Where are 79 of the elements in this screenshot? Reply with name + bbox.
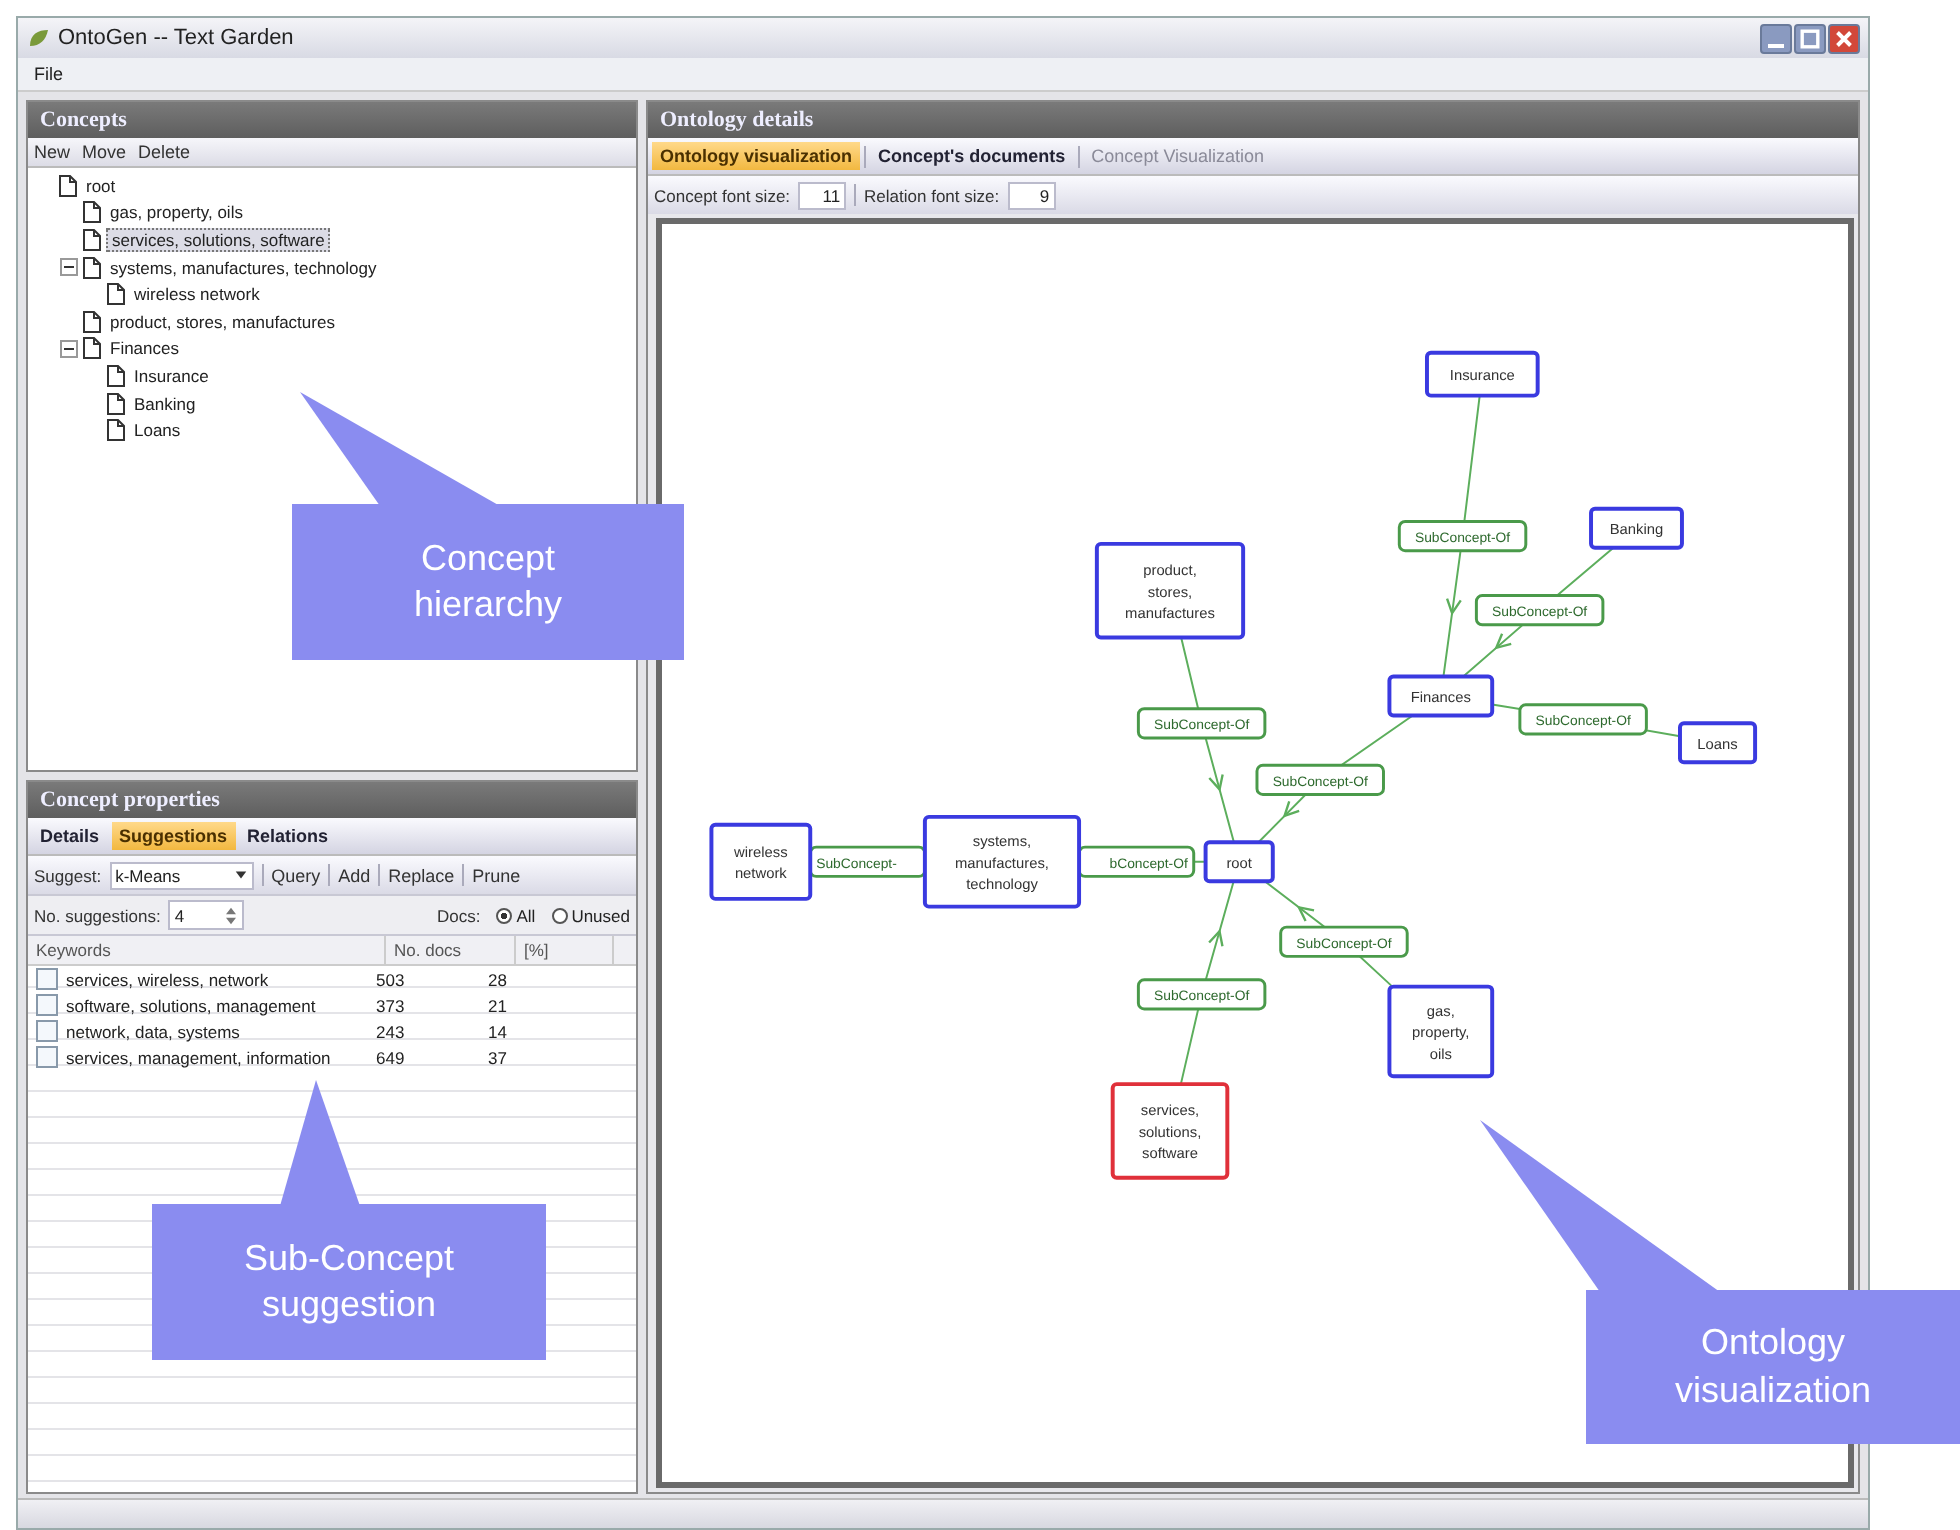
collapse-icon[interactable] (60, 339, 78, 358)
document-icon (82, 309, 102, 334)
document-icon (106, 391, 126, 416)
window-title: OntoGen -- Text Garden (58, 26, 294, 50)
suggest-label: Suggest: (34, 865, 102, 885)
close-icon (1830, 25, 1858, 51)
document-icon (58, 173, 78, 198)
relation-font-field[interactable]: 9 (1007, 181, 1056, 209)
table-cell-text: 243 (374, 1021, 407, 1041)
document-icon (82, 336, 102, 361)
document-icon (106, 418, 126, 443)
table-cell-text: 649 (374, 1047, 407, 1067)
menu-item[interactable]: File (34, 64, 64, 84)
table-cell: services, wireless, network (66, 969, 269, 989)
method-dropdown[interactable]: k-Means (109, 861, 254, 889)
maximize-button[interactable] (1794, 23, 1826, 53)
tree-item[interactable]: systems, manufactures, technology (106, 257, 381, 278)
tree-item[interactable]: Banking (130, 393, 200, 414)
column-header[interactable]: No. docs (386, 936, 516, 964)
relation-font-label: Relation font size: (864, 185, 1000, 205)
table-cell: services, management, information (66, 1047, 331, 1067)
toolbar-button[interactable]: Prune (472, 865, 521, 885)
checkbox[interactable] (36, 994, 58, 1016)
tab[interactable]: Relations (239, 822, 337, 850)
radio-button[interactable]: Unused (551, 905, 630, 925)
toolbar-button[interactable]: Query (271, 865, 321, 885)
docs-label: Docs: (437, 905, 481, 925)
tab[interactable]: Suggestions (111, 822, 236, 850)
document-icon (82, 200, 102, 225)
tab[interactable]: Concept's documents (870, 142, 1074, 170)
column-header[interactable]: [%] (516, 936, 614, 964)
table-cell: software, solutions, management (66, 995, 316, 1015)
tree-item[interactable]: product, stores, manufactures (106, 311, 339, 332)
tree-item[interactable]: services, solutions, software (106, 227, 331, 252)
spinner-arrows-icon (224, 905, 239, 925)
tree-item[interactable]: gas, property, oils (106, 202, 247, 223)
concept-font-field[interactable]: 11 (798, 181, 847, 209)
table-cell-text: 21 (486, 995, 509, 1015)
checkbox[interactable] (36, 968, 58, 990)
document-icon (82, 255, 102, 280)
panel-header: Ontology details (648, 102, 1858, 138)
collapse-icon[interactable] (60, 258, 78, 277)
document-icon (82, 227, 102, 252)
toolbar-button[interactable]: Add (338, 865, 371, 885)
toolbar-button[interactable]: Delete (138, 142, 191, 162)
suggestions-label: No. suggestions: (34, 905, 161, 925)
tree-item[interactable]: Finances (106, 338, 183, 359)
tree-item[interactable]: root (82, 175, 120, 196)
leaf-icon (26, 26, 50, 50)
toolbar-button[interactable]: New (34, 142, 71, 162)
toolbar-button[interactable]: Replace (388, 865, 455, 885)
toolbar-button[interactable]: Move (82, 142, 127, 162)
tree-item[interactable]: Loans (130, 420, 185, 441)
close-button[interactable] (1828, 23, 1860, 53)
minimize-button[interactable] (1760, 23, 1792, 53)
table-cell: network, data, systems (66, 1021, 240, 1041)
document-icon (106, 282, 126, 307)
tab[interactable]: Details (32, 822, 108, 850)
radio-button[interactable]: All (496, 905, 536, 925)
checkbox[interactable] (36, 1046, 58, 1068)
checkbox[interactable] (36, 1020, 58, 1042)
tree-item[interactable]: wireless network (130, 284, 264, 305)
panel-header: Concept properties (28, 782, 636, 818)
caret-icon (233, 868, 248, 882)
table-cell-text: 14 (486, 1021, 509, 1041)
table-cell-text: 28 (486, 969, 509, 989)
tab[interactable]: Ontology visualization (652, 142, 861, 170)
column-header[interactable]: Keywords (28, 936, 386, 964)
callout: Ontology visualization (1586, 1290, 1960, 1444)
table-cell-text: 503 (374, 969, 407, 989)
document-icon (106, 363, 126, 388)
concept-font-label: Concept font size: (654, 185, 791, 205)
minimize-icon (1768, 43, 1784, 47)
table-cell-text: 373 (374, 995, 407, 1015)
panel-header: Concepts (28, 102, 636, 138)
suggestions-spinner[interactable]: 4 (168, 900, 245, 930)
maximize-icon (1796, 25, 1824, 51)
tree-item[interactable]: Insurance (130, 365, 213, 386)
table-cell-text: 37 (486, 1047, 509, 1067)
